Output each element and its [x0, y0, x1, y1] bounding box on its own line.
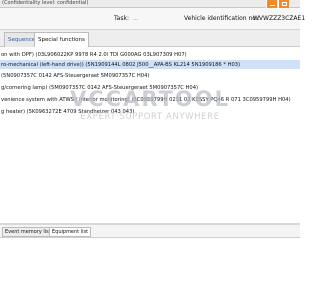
control-unit-list: on with DPF) (03L906022KP 9978 R4 2.0l T… [0, 47, 300, 223]
tab-special-functions[interactable]: Special functions [34, 32, 89, 47]
maximize-icon [282, 2, 287, 6]
watermark-logo: VCCARTOOL [70, 87, 230, 111]
tab-event-memory-list[interactable]: Event memory list [2, 227, 54, 237]
maximize-button[interactable] [278, 0, 289, 8]
minimize-icon [270, 5, 275, 6]
equipment-list-area [0, 237, 300, 300]
task-value: ... [133, 15, 139, 22]
tab-equipment-list[interactable]: Equipment list [49, 227, 92, 237]
vin-label: Vehicle identification no.: [184, 15, 260, 22]
main-tabs: Sequence Special functions [0, 30, 300, 47]
watermark-slogan: EXPERT SUPPORT ANYWHERE [80, 112, 220, 122]
minimize-button[interactable] [266, 0, 277, 8]
task-label: Task: [114, 15, 129, 22]
vin-value: WVWZZZ3CZAE1 [253, 15, 306, 22]
list-item[interactable]: (5N0907357C 0142 AFS-Steuergeraet 5M0907… [1, 73, 149, 79]
header-bar: Task: ... Vehicle identification no.: WV… [0, 8, 305, 30]
list-item[interactable]: on with DPF) (03L906022KP 9978 R4 2.0l T… [1, 52, 187, 58]
title-bar: (Confidentiality level: confidential) [0, 0, 300, 8]
bottom-tabs: Event memory list Equipment list [0, 226, 300, 237]
list-item[interactable]: ro-mechanical (left-hand drive)) (5N1909… [1, 62, 240, 68]
confidentiality-label: (Confidentiality level: confidential) [2, 0, 89, 6]
